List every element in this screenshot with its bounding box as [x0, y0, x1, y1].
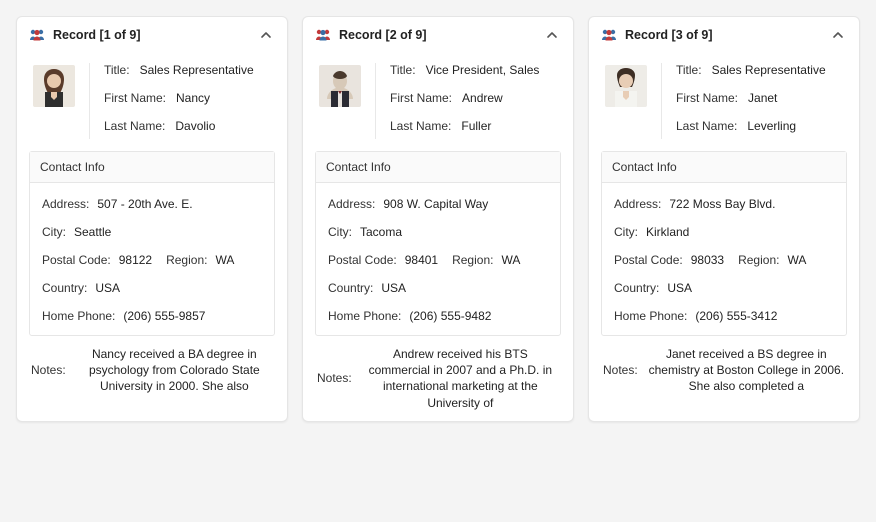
region-label: Region: — [166, 253, 207, 267]
avatar — [319, 65, 361, 107]
country-label: Country: — [614, 281, 659, 295]
contacts-icon — [315, 27, 331, 43]
notes-value: Janet received a BS degree in chemistry … — [648, 346, 845, 395]
city-value: Seattle — [74, 225, 111, 239]
cards-container: Record [1 of 9] Title: Sales Representativ… — [0, 0, 876, 438]
last-name-value: Leverling — [747, 119, 796, 133]
region-label: Region: — [738, 253, 779, 267]
contacts-icon — [29, 27, 45, 43]
address-label: Address: — [328, 197, 375, 211]
contact-info-header: Contact Info — [30, 152, 274, 183]
address-value: 507 - 20th Ave. E. — [97, 197, 192, 211]
country-value: USA — [95, 281, 120, 295]
home-phone-label: Home Phone: — [328, 309, 401, 323]
title-label: Title: — [390, 63, 416, 77]
profile-section: Title: Sales Representative First Name: Nan… — [17, 53, 287, 145]
card-header[interactable]: Record [1 of 9] — [17, 17, 287, 53]
country-value: USA — [381, 281, 406, 295]
home-phone-value: (206) 555-9482 — [409, 309, 491, 323]
title-value: Sales Representative — [712, 63, 826, 77]
first-name-label: First Name: — [676, 91, 738, 105]
last-name-label: Last Name: — [390, 119, 451, 133]
first-name-label: First Name: — [390, 91, 452, 105]
city-label: City: — [614, 225, 638, 239]
region-value: WA — [787, 253, 806, 267]
postal-code-value: 98033 — [691, 253, 724, 267]
first-name-value: Andrew — [462, 91, 503, 105]
home-phone-label: Home Phone: — [42, 309, 115, 323]
title-value: Vice President, Sales — [426, 63, 540, 77]
divider — [89, 63, 90, 139]
title-label: Title: — [104, 63, 130, 77]
first-name-label: First Name: — [104, 91, 166, 105]
avatar — [605, 65, 647, 107]
postal-code-label: Postal Code: — [328, 253, 397, 267]
chevron-up-icon[interactable] — [831, 28, 845, 42]
home-phone-value: (206) 555-3412 — [695, 309, 777, 323]
notes-row: Notes: Andrew received his BTS commercial… — [303, 336, 573, 411]
avatar — [33, 65, 75, 107]
postal-code-value: 98401 — [405, 253, 438, 267]
first-name-value: Nancy — [176, 91, 210, 105]
city-label: City: — [42, 225, 66, 239]
card-header[interactable]: Record [2 of 9] — [303, 17, 573, 53]
contact-info-panel: Contact Info Address: 722 Moss Bay Blvd. Ci… — [601, 151, 847, 336]
card-title: Record [2 of 9] — [339, 28, 545, 42]
notes-label: Notes: — [317, 371, 352, 385]
contact-info-header: Contact Info — [316, 152, 560, 183]
notes-value: Nancy received a BA degree in psychology… — [76, 346, 273, 395]
card-title: Record [3 of 9] — [625, 28, 831, 42]
title-value: Sales Representative — [140, 63, 254, 77]
first-name-value: Janet — [748, 91, 777, 105]
postal-code-label: Postal Code: — [42, 253, 111, 267]
address-label: Address: — [614, 197, 661, 211]
last-name-value: Fuller — [461, 119, 491, 133]
country-value: USA — [667, 281, 692, 295]
title-label: Title: — [676, 63, 702, 77]
address-value: 722 Moss Bay Blvd. — [669, 197, 775, 211]
region-label: Region: — [452, 253, 493, 267]
divider — [375, 63, 376, 139]
notes-label: Notes: — [31, 363, 66, 377]
divider — [661, 63, 662, 139]
home-phone-value: (206) 555-9857 — [123, 309, 205, 323]
record-card: Record [1 of 9] Title: Sales Representativ… — [16, 16, 288, 422]
address-label: Address: — [42, 197, 89, 211]
last-name-label: Last Name: — [104, 119, 165, 133]
country-label: Country: — [328, 281, 373, 295]
contact-info-panel: Contact Info Address: 507 - 20th Ave. E. Ci… — [29, 151, 275, 336]
card-title: Record [1 of 9] — [53, 28, 259, 42]
contact-info-panel: Contact Info Address: 908 W. Capital Way Ci… — [315, 151, 561, 336]
contacts-icon — [601, 27, 617, 43]
record-card: Record [3 of 9] Title: Sales Representativ… — [588, 16, 860, 422]
notes-value: Andrew received his BTS commercial in 20… — [362, 346, 559, 411]
notes-row: Notes: Nancy received a BA degree in psyc… — [17, 336, 287, 395]
record-card: Record [2 of 9] Title: Vice President, Sal… — [302, 16, 574, 422]
country-label: Country: — [42, 281, 87, 295]
card-header[interactable]: Record [3 of 9] — [589, 17, 859, 53]
city-value: Tacoma — [360, 225, 402, 239]
profile-section: Title: Vice President, Sales First Name: An… — [303, 53, 573, 145]
address-value: 908 W. Capital Way — [383, 197, 488, 211]
region-value: WA — [215, 253, 234, 267]
postal-code-label: Postal Code: — [614, 253, 683, 267]
city-value: Kirkland — [646, 225, 689, 239]
region-value: WA — [501, 253, 520, 267]
last-name-label: Last Name: — [676, 119, 737, 133]
city-label: City: — [328, 225, 352, 239]
contact-info-header: Contact Info — [602, 152, 846, 183]
postal-code-value: 98122 — [119, 253, 152, 267]
last-name-value: Davolio — [175, 119, 215, 133]
notes-label: Notes: — [603, 363, 638, 377]
notes-row: Notes: Janet received a BS degree in chem… — [589, 336, 859, 395]
profile-section: Title: Sales Representative First Name: Jan… — [589, 53, 859, 145]
chevron-up-icon[interactable] — [545, 28, 559, 42]
chevron-up-icon[interactable] — [259, 28, 273, 42]
home-phone-label: Home Phone: — [614, 309, 687, 323]
